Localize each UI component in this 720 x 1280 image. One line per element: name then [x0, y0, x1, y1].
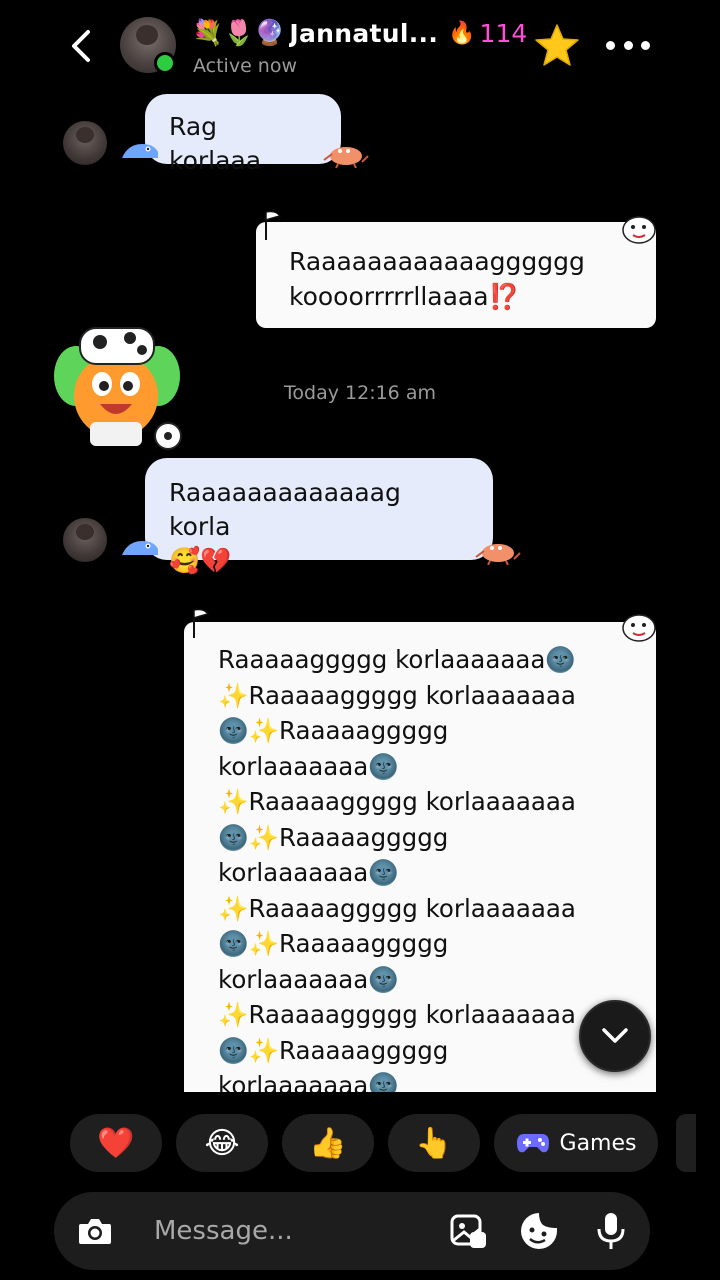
streak-count: 114 — [479, 18, 528, 48]
flag-decoration-icon — [193, 608, 210, 638]
message-line: 🌚✨Raaaaaggggg — [218, 822, 449, 852]
message-text-line-1: Raaaaaaaaaaaaag korla — [169, 478, 401, 541]
gallery-icon[interactable] — [448, 1210, 490, 1252]
message-line: korlaaaaaaa🌚 — [218, 1071, 399, 1092]
message-input[interactable] — [154, 1208, 434, 1254]
games-label: Games — [559, 1130, 637, 1156]
streak-badge: 🔥 114 — [448, 19, 527, 48]
sticker-icon[interactable] — [518, 1210, 560, 1252]
message-line: 🌚✨Raaaaaggggg — [218, 716, 449, 745]
star-icon[interactable] — [534, 22, 580, 68]
message-text: Rag korlaaa — [169, 112, 262, 175]
message-text-line-1: Raaaaaaaaaaaagggggg — [289, 247, 585, 276]
quick-reaction-point-up[interactable]: 👆 — [388, 1114, 480, 1172]
scroll-to-bottom-button[interactable] — [579, 1000, 651, 1072]
message-text-line-2: koooorrrrrllaaaa⁉️ — [289, 282, 520, 311]
microphone-icon[interactable] — [590, 1210, 632, 1252]
message-line: 🌚✨Raaaaaggggg — [218, 1035, 449, 1065]
quick-reaction-heart[interactable]: ❤️ — [70, 1114, 162, 1172]
quick-reaction-thumbs-up[interactable]: 👍 — [282, 1114, 374, 1172]
contact-name: Jannatul... — [289, 18, 439, 48]
message-line: ✨Raaaaaggggg korlaaaaaaa — [218, 893, 576, 923]
flame-icon: 🔥 — [448, 20, 476, 46]
flag-decoration-icon — [265, 210, 282, 240]
message-line: ✨Raaaaaggggg korlaaaaaaa — [218, 787, 576, 816]
games-button[interactable]: Games — [494, 1114, 658, 1172]
incoming-message[interactable]: Raaaaaaaaaaaaag korla 🥰💔 — [145, 458, 493, 575]
quick-reaction-more[interactable] — [676, 1114, 696, 1172]
gamepad-icon — [516, 1134, 549, 1153]
incoming-message[interactable]: Rag korlaaa — [145, 94, 341, 175]
message-line: ✨Raaaaaggggg korlaaaaaaa — [218, 1000, 576, 1029]
timestamp: Today 12:16 am — [284, 382, 436, 404]
chevron-down-icon — [602, 1028, 628, 1043]
active-status: Active now — [193, 55, 298, 77]
contact-name-row[interactable]: 💐🌷🔮 Jannatul... 🔥 114 — [192, 14, 527, 52]
crab-decoration-icon — [475, 544, 521, 565]
face-decoration-icon — [622, 614, 656, 642]
more-options-icon[interactable] — [606, 28, 650, 62]
sender-avatar[interactable] — [63, 121, 107, 165]
crab-decoration-icon — [323, 147, 369, 168]
slug-decoration-icon — [122, 144, 158, 158]
message-line: Raaaaaggggg korlaaaaaaa🌚 — [218, 645, 576, 674]
message-text-line-2: 🥰💔 — [169, 546, 232, 575]
message-composer — [54, 1192, 650, 1270]
sender-avatar[interactable] — [63, 518, 107, 562]
name-emoji: 💐🌷🔮 — [192, 18, 286, 47]
camera-icon — [79, 1219, 111, 1244]
message-thread[interactable]: Rag korlaaa Raaaaaaaaaaaagggggg koooorrr… — [0, 92, 720, 1100]
camera-button[interactable] — [66, 1202, 124, 1260]
slug-decoration-icon — [122, 541, 158, 555]
chat-header: 💐🌷🔮 Jannatul... 🔥 114 Active now — [0, 0, 720, 92]
outgoing-message[interactable]: Raaaaaaaaaaaagggggg koooorrrrrllaaaa⁉️ — [256, 222, 656, 328]
message-line: ✨Raaaaaggggg korlaaaaaaa — [218, 680, 576, 710]
message-line: korlaaaaaaa🌚 — [218, 751, 399, 781]
message-line: korlaaaaaaa🌚 — [218, 964, 399, 994]
message-line: 🌚✨Raaaaaggggg — [218, 929, 449, 958]
online-indicator — [154, 52, 176, 74]
quick-reaction-laugh[interactable]: 😂 — [176, 1114, 268, 1172]
back-arrow-icon[interactable] — [62, 24, 102, 68]
message-line: korlaaaaaaa🌚 — [218, 858, 399, 887]
face-decoration-icon — [622, 216, 656, 244]
quick-reactions-row: ❤️ 😂 👍 👆 Games — [70, 1114, 696, 1172]
